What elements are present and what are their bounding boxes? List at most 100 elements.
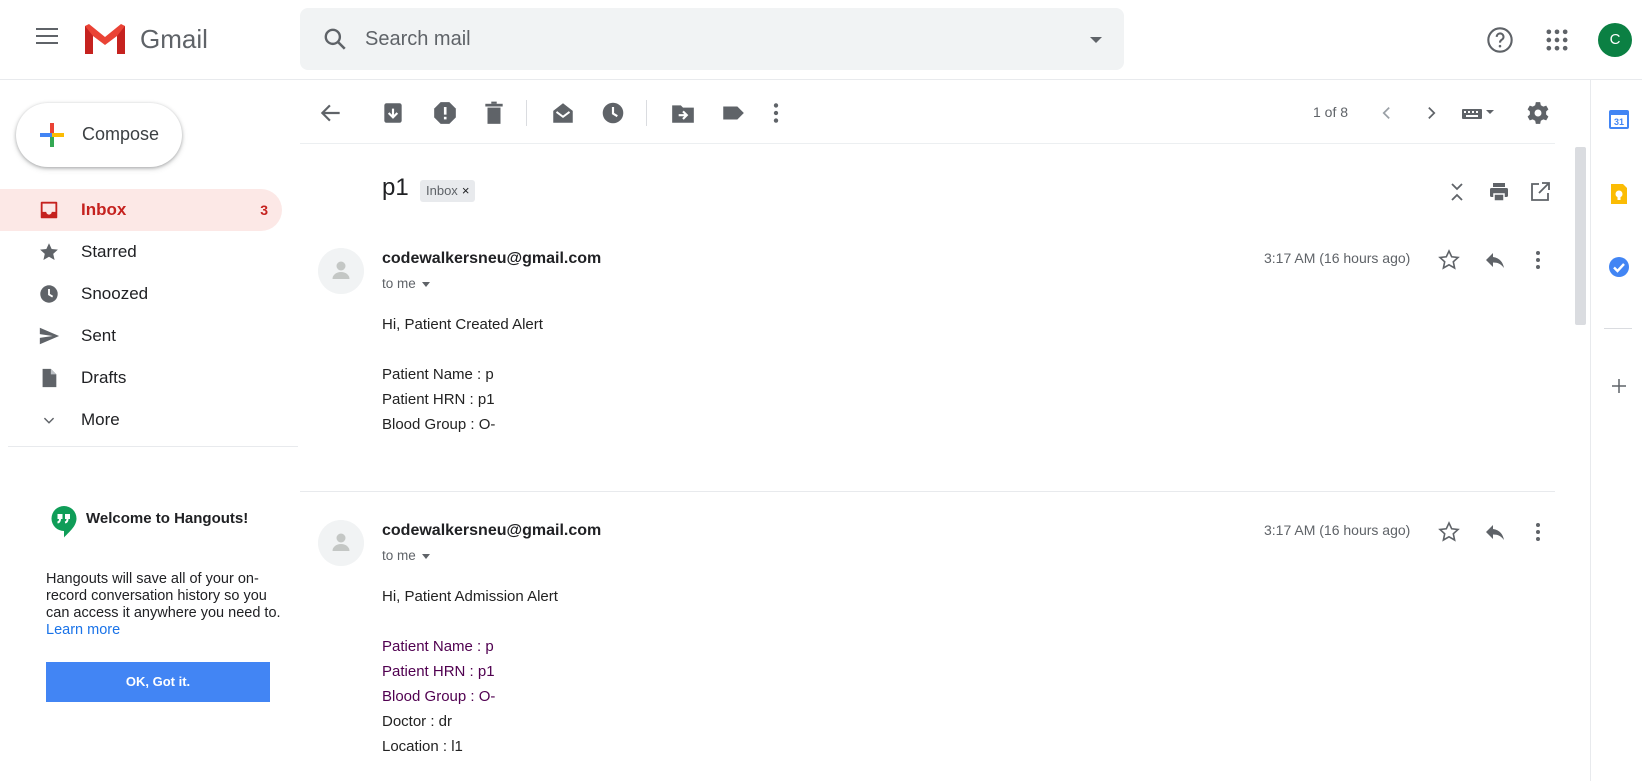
sidebar-item-label: Drafts [81,368,127,387]
hangouts-description: Hangouts will save all of your on-record… [46,571,286,639]
snooze-icon[interactable] [600,100,626,126]
hangouts-ok-button[interactable]: OK, Got it. [46,662,270,702]
sidebar-item-starred[interactable]: Starred [0,231,282,273]
message-timestamp: 3:17 AM (16 hours ago) [1264,522,1411,538]
compose-button[interactable]: Compose [16,103,182,167]
message-more-icon[interactable] [1526,248,1550,272]
sender-avatar[interactable] [318,520,364,566]
app-name[interactable]: Gmail [140,24,208,55]
sidebar-item-label: Sent [81,326,116,345]
mark-unread-icon[interactable] [550,100,576,126]
send-icon [39,327,60,345]
chevron-down-icon [43,417,55,424]
keep-icon[interactable] [1608,183,1630,205]
older-chevron-icon[interactable] [1418,100,1444,126]
patient-hrn-line: Patient HRN : p1 [382,663,495,680]
sidebar-item-label: Starred [81,242,137,261]
input-tools-keyboard-icon[interactable] [1460,100,1500,126]
compose-plus-icon [40,123,64,147]
sidebar-item-more[interactable]: More [0,399,282,441]
email-message: codewalkersneu@gmail.com to me 3:17 AM (… [300,520,1555,781]
sidebar-item-drafts[interactable]: Drafts [0,357,282,399]
message-body: Hi, Patient Admission Alert Patient Name… [382,584,558,759]
move-to-icon[interactable] [670,100,696,126]
recipient-text: to me [382,548,416,563]
sender-email[interactable]: codewalkersneu@gmail.com [382,250,601,268]
archive-icon[interactable] [380,100,406,126]
star-outline-icon[interactable] [1437,520,1461,544]
hangouts-title: Welcome to Hangouts! [86,510,249,527]
delete-icon[interactable] [481,100,507,126]
tasks-icon[interactable] [1608,256,1630,278]
label-chip-text: Inbox [426,183,458,198]
apps-grid-icon[interactable] [1543,26,1571,54]
toolbar-bottom-border [300,143,1555,144]
settings-gear-icon[interactable] [1525,100,1551,126]
recipient-details-toggle[interactable]: to me [382,548,430,563]
patient-hrn-line: Patient HRN : p1 [382,391,495,408]
sidebar-item-sent[interactable]: Sent [0,315,282,357]
caret-down-icon[interactable] [421,553,430,559]
patient-name-line: Patient Name : p [382,638,494,655]
patient-name-line: Patient Name : p [382,366,494,383]
search-input[interactable]: Search mail [365,28,471,51]
search-icon[interactable] [322,26,348,52]
sidebar-item-inbox[interactable]: Inbox 3 [0,189,282,231]
learn-more-link[interactable]: Learn more [46,622,120,638]
report-spam-icon[interactable] [432,100,458,126]
newer-chevron-icon[interactable] [1374,100,1400,126]
reply-icon[interactable] [1483,248,1507,272]
draft-icon [42,368,57,388]
open-in-new-window-icon[interactable] [1528,180,1552,204]
sidebar-divider [8,446,298,447]
sender-email[interactable]: codewalkersneu@gmail.com [382,522,601,540]
inbox-label-chip[interactable]: Inbox × [420,180,476,202]
calendar-day: 31 [1614,117,1624,127]
expand-all-icon[interactable] [1445,180,1469,204]
back-arrow-icon[interactable] [318,100,344,126]
scrollbar-thumb[interactable] [1575,147,1586,325]
add-addon-plus-icon[interactable] [1608,375,1630,397]
message-divider [300,491,1555,492]
calendar-icon[interactable]: 31 [1608,108,1630,130]
more-options-icon[interactable] [763,100,789,126]
inbox-icon [40,201,58,219]
caret-down-icon[interactable] [421,281,430,287]
help-icon[interactable] [1486,26,1514,54]
unread-count: 3 [260,202,268,218]
sidebar-item-label: More [81,410,120,429]
message-greeting: Hi, Patient Created Alert [382,316,543,333]
blood-group-line: Blood Group : O- [382,688,496,705]
star-outline-icon[interactable] [1437,248,1461,272]
message-more-icon[interactable] [1526,520,1550,544]
search-options-icon[interactable] [1090,37,1102,43]
clock-icon [40,285,58,303]
reply-icon[interactable] [1483,520,1507,544]
recipient-details-toggle[interactable]: to me [382,276,430,291]
message-greeting: Hi, Patient Admission Alert [382,588,558,605]
top-bar: Gmail Search mail C [0,0,1642,80]
sender-avatar[interactable] [318,248,364,294]
recipient-text: to me [382,276,416,291]
toolbar-divider [526,100,527,126]
email-message: codewalkersneu@gmail.com to me 3:17 AM (… [300,248,1555,468]
print-icon[interactable] [1487,180,1511,204]
remove-label-icon[interactable]: × [462,183,470,198]
account-avatar[interactable]: C [1598,23,1632,57]
message-body: Hi, Patient Created Alert Patient Name :… [382,312,543,437]
sidebar-item-label: Inbox [81,200,127,219]
star-icon [40,243,58,260]
location-line: Location : l1 [382,738,463,755]
toolbar-divider [646,100,647,126]
gmail-logo-icon[interactable] [82,22,128,56]
compose-label: Compose [82,124,160,144]
doctor-line: Doctor : dr [382,713,453,730]
message-timestamp: 3:17 AM (16 hours ago) [1264,250,1411,266]
sidebar-item-snoozed[interactable]: Snoozed [0,273,282,315]
search-bar[interactable]: Search mail [300,8,1124,70]
main-menu-icon[interactable] [36,28,58,46]
hangouts-logo-icon [51,506,77,538]
label-icon[interactable] [720,100,746,126]
blood-group-line: Blood Group : O- [382,416,496,433]
